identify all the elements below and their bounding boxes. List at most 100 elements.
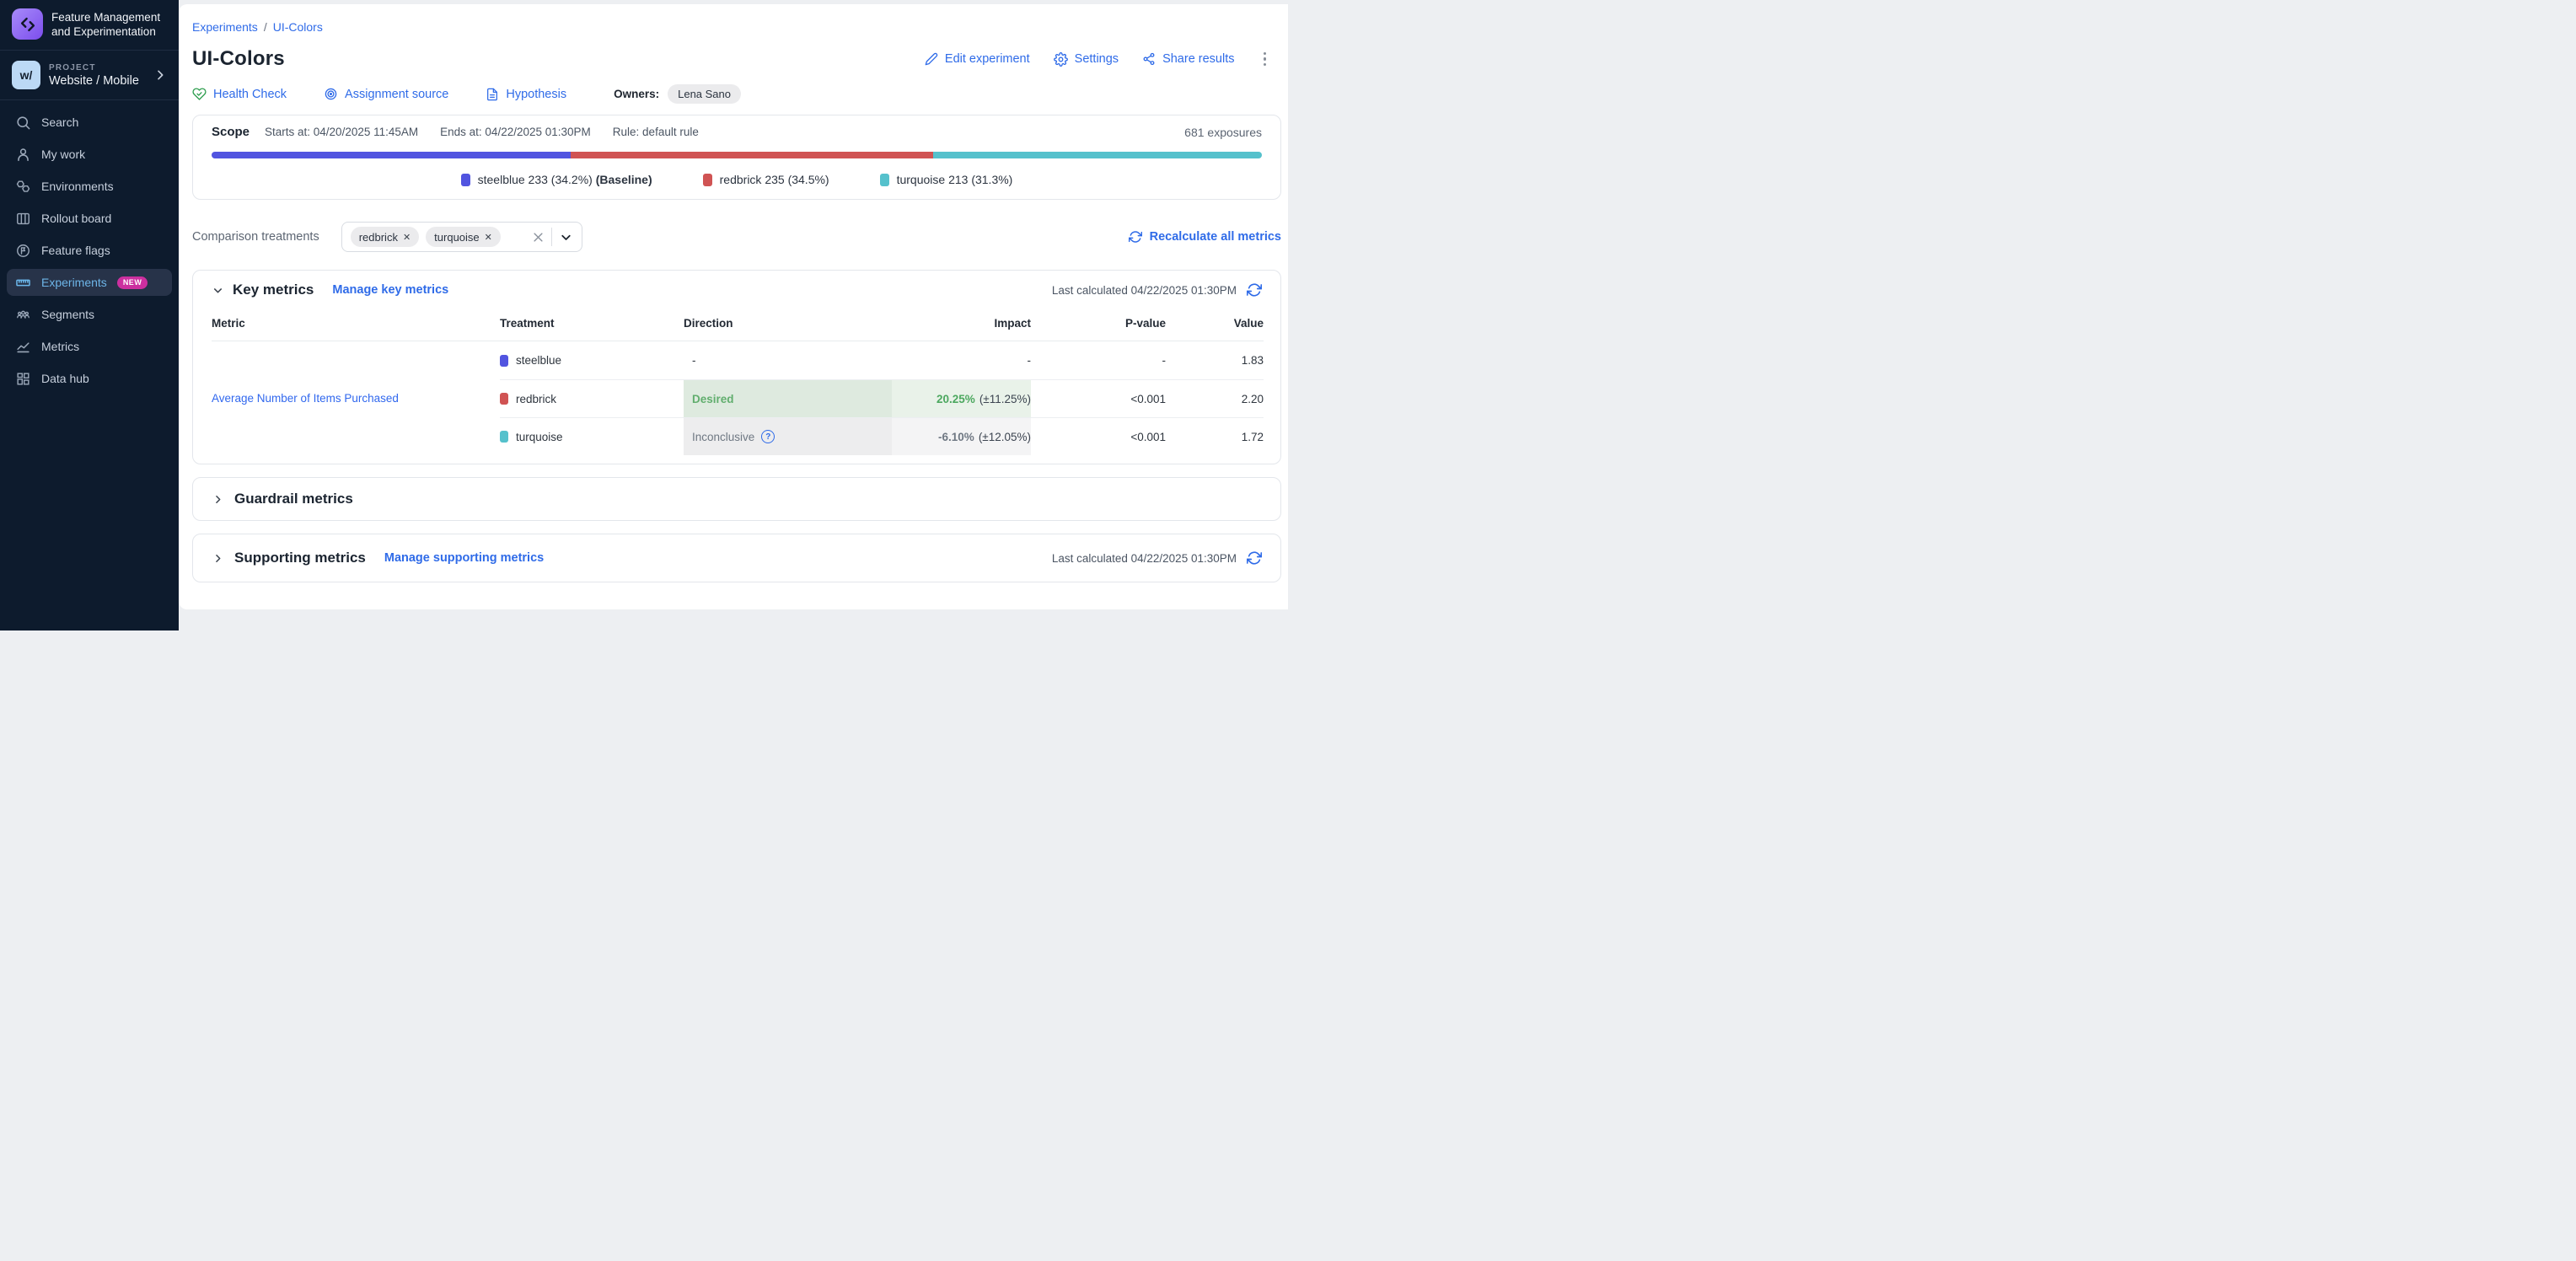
search-icon [15,115,31,131]
redbrick-swatch [500,393,508,405]
breadcrumb-experiments-link[interactable]: Experiments [192,20,258,34]
help-circle-icon[interactable]: ? [761,430,775,443]
p-value-cell: <0.001 [1031,379,1166,417]
comparison-treatments-select[interactable]: redbrick ✕ turquoise ✕ [341,222,582,252]
share-results-button[interactable]: Share results [1142,52,1234,66]
sidebar-item-segments[interactable]: Segments [7,301,172,328]
project-icon: w/ [12,61,40,89]
sidebar-item-search[interactable]: Search [7,109,172,136]
treatment-legend: steelblue 233 (34.2%) (Baseline) redbric… [212,173,1262,186]
guardrail-metrics-title: Guardrail metrics [234,491,353,507]
clear-selection-icon[interactable] [532,231,545,244]
chip-remove-icon[interactable]: ✕ [485,232,492,243]
col-header-value: Value [1166,309,1264,341]
sidebar-item-label: Environments [41,180,114,193]
line-chart-icon [15,339,31,355]
user-icon [15,147,31,163]
breadcrumb-current-link[interactable]: UI-Colors [273,20,323,34]
sidebar-item-my-work[interactable]: My work [7,141,172,168]
sidebar-item-environments[interactable]: Environments [7,173,172,200]
sidebar-item-label: Rollout board [41,212,111,225]
bar-segment-steelblue [212,152,571,158]
sidebar-item-rollout-board[interactable]: Rollout board [7,205,172,232]
redbrick-swatch [703,174,712,186]
owners-group: Owners: Lena Sano [614,84,741,104]
flag-circle-icon [15,243,31,259]
chevron-right-icon [153,68,167,82]
owner-pill[interactable]: Lena Sano [668,84,741,104]
project-switcher[interactable]: w/ PROJECT Website / Mobile [0,51,179,99]
key-metrics-card: Key metrics Manage key metrics Last calc… [192,270,1281,464]
impact-cell-desired: 20.25% (±11.25%) [892,379,1031,417]
new-badge: NEW [117,276,148,289]
chip-turquoise[interactable]: turquoise ✕ [426,227,501,247]
more-options-kebab-icon[interactable] [1258,49,1272,70]
chip-remove-icon[interactable]: ✕ [403,232,411,243]
manage-key-metrics-link[interactable]: Manage key metrics [332,283,448,297]
col-header-metric: Metric [212,309,500,341]
assignment-source-link[interactable]: Assignment source [324,87,448,101]
key-metrics-table: Metric Treatment Direction Impact P-valu… [212,309,1262,455]
refresh-icon[interactable] [1247,282,1262,298]
hypothesis-link[interactable]: Hypothesis [486,88,566,101]
metric-name-cell: Average Number of Items Purchased [212,341,500,455]
sidebar-item-label: Feature flags [41,244,110,257]
key-metrics-title: Key metrics [233,282,314,298]
edit-experiment-button[interactable]: Edit experiment [925,52,1030,66]
experiment-meta-row: Health Check Assignment source Hypothesi… [192,84,1281,104]
treatment-distribution-bar [212,152,1262,158]
col-header-direction: Direction [684,309,892,341]
collapse-chevron-down-icon[interactable] [212,284,224,297]
expand-chevron-right-icon[interactable] [212,552,224,565]
p-value-cell: - [1031,341,1166,379]
steelblue-swatch [461,174,470,186]
page-title: UI-Colors [192,47,285,71]
sidebar-item-label: Search [41,115,78,129]
manage-supporting-metrics-link[interactable]: Manage supporting metrics [384,551,544,565]
sidebar-item-experiments[interactable]: Experiments NEW [7,269,172,296]
legend-item-turquoise: turquoise 213 (31.3%) [880,173,1013,186]
sidebar-item-feature-flags[interactable]: Feature flags [7,237,172,264]
pencil-icon [925,52,938,66]
settings-button[interactable]: Settings [1054,52,1119,67]
chip-label: turquoise [434,231,479,244]
scope-title: Scope [212,125,250,139]
health-check-label: Health Check [213,88,287,101]
sidebar-item-data-hub[interactable]: Data hub [7,365,172,392]
owners-label: Owners: [614,88,659,100]
columns-icon [15,211,31,227]
sidebar-item-metrics[interactable]: Metrics [7,333,172,360]
scope-rule: Rule: default rule [613,126,699,138]
value-cell: 1.72 [1166,417,1264,455]
target-icon [324,87,338,101]
ruler-icon [15,275,31,291]
exposures-count: 681 exposures [1184,126,1262,139]
project-name: Website / Mobile [49,74,139,88]
health-check-link[interactable]: Health Check [192,87,287,101]
steelblue-swatch [500,355,508,367]
table-row-steelblue-treatment: steelblue [500,341,684,379]
hexagons-icon [15,179,31,195]
recalculate-all-metrics-button[interactable]: Recalculate all metrics [1129,230,1281,244]
chevron-down-icon[interactable] [559,230,573,244]
refresh-icon[interactable] [1247,550,1262,566]
metric-link[interactable]: Average Number of Items Purchased [212,392,399,405]
people-icon [15,307,31,323]
impact-cell: - [892,341,1031,379]
col-header-impact: Impact [892,309,1031,341]
expand-chevron-right-icon[interactable] [212,493,224,506]
value-cell: 1.83 [1166,341,1264,379]
sidebar-nav: Search My work Environments Rollout boar… [0,100,179,400]
sidebar-item-label: My work [41,148,85,161]
app-logo-row[interactable]: Feature Management and Experimentation [0,0,179,50]
guardrail-metrics-card: Guardrail metrics [192,477,1281,521]
sidebar-item-label: Experiments [41,276,107,289]
value-cell: 2.20 [1166,379,1264,417]
chip-label: redbrick [359,231,398,244]
chip-redbrick[interactable]: redbrick ✕ [351,227,419,247]
baseline-tag: (Baseline) [596,173,652,186]
main-panel: Experiments / UI-Colors UI-Colors Edit e… [179,4,1288,609]
turquoise-swatch [880,174,889,186]
grid-blocks-icon [15,371,31,387]
col-header-p-value: P-value [1031,309,1166,341]
